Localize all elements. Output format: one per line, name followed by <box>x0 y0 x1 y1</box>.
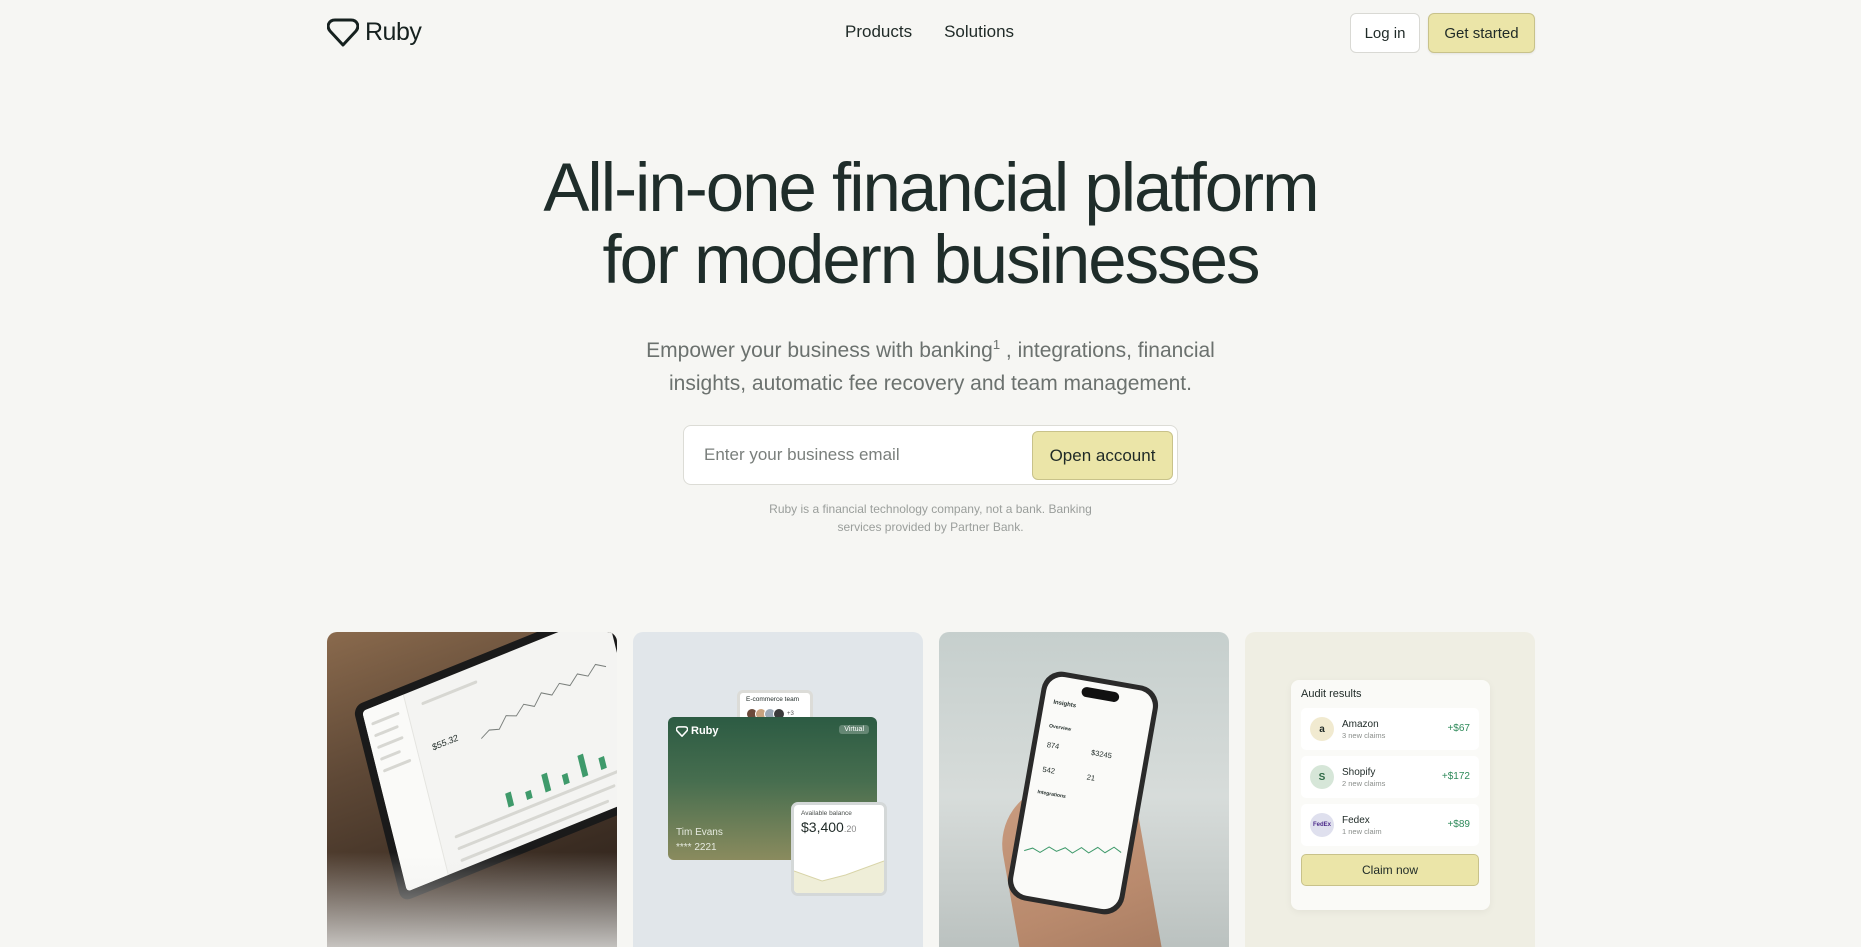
audit-title: Audit results <box>1301 688 1362 700</box>
top-nav: Ruby Products Solutions Log in Get start… <box>0 0 1861 66</box>
hero-title: All-in-one financial platform for modern… <box>0 152 1861 296</box>
claim-now-button[interactable]: Claim now <box>1301 854 1479 886</box>
dashboard-bar <box>525 789 533 800</box>
virtual-badge: Virtual <box>839 725 869 734</box>
header-line <box>421 680 478 706</box>
fedex-icon: FedEx <box>1310 813 1334 837</box>
audit-row-amount: +$67 <box>1447 723 1470 734</box>
audit-row-sub: 1 new claim <box>1342 826 1382 836</box>
shopify-icon: S <box>1310 765 1334 789</box>
sub-line1-pre: Empower your business with banking <box>646 339 993 362</box>
nav-links: Products Solutions <box>845 22 1014 42</box>
feature-card-insights[interactable]: Insights Overview 874 $3245 542 21 Integ… <box>939 632 1229 947</box>
login-button[interactable]: Log in <box>1350 13 1420 53</box>
balance-main: $3,400 <box>801 819 844 835</box>
phone-notch <box>1080 686 1120 703</box>
balance-label: Available balance <box>801 810 852 817</box>
balance-area-chart <box>794 860 884 893</box>
audit-row[interactable]: a Amazon 3 new claims +$67 <box>1301 708 1479 750</box>
audit-row[interactable]: FedEx Fedex 1 new claim +$89 <box>1301 804 1479 846</box>
team-label: E-commerce team <box>746 696 800 703</box>
brand-name: Ruby <box>365 18 422 46</box>
balance-value: $3,400.20 <box>801 819 877 835</box>
phone-integrations: Integrations <box>1036 789 1067 801</box>
heart-logo-icon <box>676 725 688 737</box>
disclaimer-line1: Ruby is a financial technology company, … <box>769 502 1092 516</box>
phone-stat: $3245 <box>1090 747 1113 761</box>
dashboard-bar <box>561 772 570 785</box>
hero-subtitle: Empower your business with banking1 , in… <box>0 328 1861 400</box>
sub-line1-post: , integrations, financial <box>1000 339 1215 362</box>
feature-card-dashboard[interactable]: $55.32 <box>327 632 617 947</box>
amazon-icon: a <box>1310 717 1334 741</box>
audit-row[interactable]: S Shopify 2 new claims +$172 <box>1301 756 1479 798</box>
balance-cents: .20 <box>843 824 857 834</box>
dashboard-line-chart <box>480 663 607 740</box>
sub-line2: insights, automatic fee recovery and tea… <box>669 372 1192 395</box>
audit-row-name: Fedex <box>1342 814 1370 826</box>
get-started-button[interactable]: Get started <box>1428 13 1535 53</box>
card-holder: Tim Evans <box>676 827 723 838</box>
signup-form: Open account <box>683 425 1178 485</box>
business-email-input[interactable] <box>684 426 1024 484</box>
hero-title-line1: All-in-one financial platform <box>543 149 1319 226</box>
dashboard-bar <box>541 772 552 793</box>
disclaimer-line2: services provided by Partner Bank. <box>837 520 1024 534</box>
feature-card-audit[interactable]: Audit results a Amazon 3 new claims +$67… <box>1245 632 1535 947</box>
phone-title: Insights <box>1052 699 1077 710</box>
dashboard-bar <box>505 791 515 808</box>
open-account-button[interactable]: Open account <box>1032 431 1173 480</box>
card-number: **** 2221 <box>676 842 717 853</box>
disclaimer: Ruby is a financial technology company, … <box>0 500 1861 536</box>
audit-row-amount: +$89 <box>1447 819 1470 830</box>
balance-widget: Available balance $3,400.20 <box>791 802 887 896</box>
dashboard-bar <box>598 755 607 770</box>
audit-row-name: Shopify <box>1342 766 1376 778</box>
hero-title-line2: for modern businesses <box>602 221 1260 298</box>
dashboard-balance: $55.32 <box>431 732 460 753</box>
card-fade-overlay <box>327 852 617 947</box>
audit-panel: Audit results a Amazon 3 new claims +$67… <box>1291 680 1490 910</box>
brand-logo[interactable]: Ruby <box>327 18 422 47</box>
feature-card-cards[interactable]: E-commerce team +3 Ruby Virtual Tim Evan… <box>633 632 923 947</box>
heart-logo-icon <box>327 18 359 47</box>
phone-stat: 542 <box>1041 764 1056 776</box>
footnote-marker[interactable]: 1 <box>993 337 1000 352</box>
table-line <box>457 783 616 851</box>
nav-products[interactable]: Products <box>845 22 912 42</box>
nav-solutions[interactable]: Solutions <box>944 22 1014 42</box>
audit-row-name: Amazon <box>1342 718 1379 730</box>
phone-stat: 21 <box>1086 772 1096 783</box>
phone-line-chart <box>1023 846 1122 854</box>
phone-overview: Overview <box>1048 723 1072 733</box>
audit-row-amount: +$172 <box>1441 771 1470 782</box>
dashboard-bar <box>577 753 589 778</box>
audit-row-sub: 3 new claims <box>1342 730 1386 740</box>
phone-stat: 874 <box>1046 740 1060 752</box>
audit-row-sub: 2 new claims <box>1342 778 1386 788</box>
card-brand-name: Ruby <box>691 725 719 737</box>
